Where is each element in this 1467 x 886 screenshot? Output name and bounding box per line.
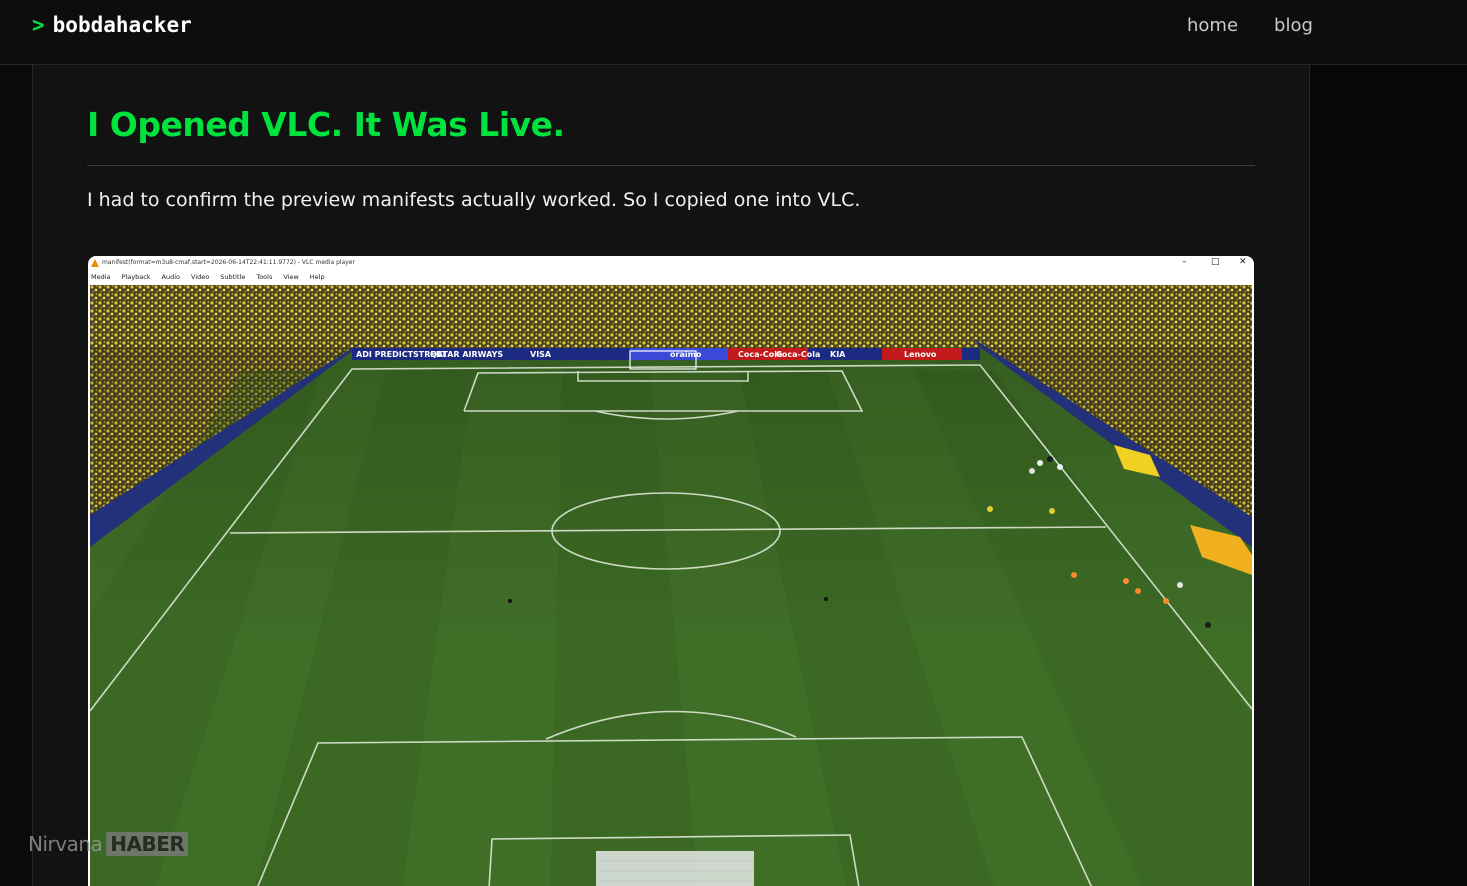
title-divider xyxy=(87,165,1255,166)
vlc-menu-subtitle: Subtitle xyxy=(220,273,246,281)
watermark-nirvana: Nirvana xyxy=(28,832,103,856)
article-container: I Opened VLC. It Was Live. I had to conf… xyxy=(32,65,1310,886)
vlc-titlebar: manifest(format=m3u8-cmaf,start=2026-06-… xyxy=(88,256,1254,270)
vlc-menu-video: Video xyxy=(191,273,210,281)
ad-board-cocacola-2: Coca-Cola xyxy=(776,350,820,359)
vlc-screenshot: manifest(format=m3u8-cmaf,start=2026-06-… xyxy=(88,256,1254,886)
right-gutter xyxy=(1310,65,1467,886)
vlc-menu-media: Media xyxy=(91,273,111,281)
vlc-menubar: Media Playback Audio Video Subtitle Tool… xyxy=(88,270,1254,284)
site-header: > bobdahacker home blog xyxy=(0,0,1467,65)
vlc-menu-help: Help xyxy=(309,273,325,281)
broadcaster-watermark: Nirvana HABER xyxy=(28,832,189,856)
ad-board-kia: KIA xyxy=(830,350,846,359)
close-icon: ✕ xyxy=(1239,257,1247,267)
nav-link-blog[interactable]: blog xyxy=(1274,15,1313,36)
site-name: bobdahacker xyxy=(52,13,192,37)
ad-board-lenovo: Lenovo xyxy=(904,350,937,359)
maximize-icon: □ xyxy=(1211,257,1220,267)
vlc-window-title: manifest(format=m3u8-cmaf,start=2026-06-… xyxy=(102,259,355,266)
site-logo[interactable]: > bobdahacker xyxy=(32,13,192,37)
vlc-menu-audio: Audio xyxy=(161,273,181,281)
vlc-menu-view: View xyxy=(283,273,299,281)
ad-board-visa: VISA xyxy=(530,350,552,359)
nav-link-home[interactable]: home xyxy=(1187,15,1238,36)
ad-board-qatar: QATAR AIRWAYS xyxy=(430,350,503,359)
post-title: I Opened VLC. It Was Live. xyxy=(87,105,565,144)
vlc-menu-playback: Playback xyxy=(121,273,151,281)
minimize-icon: – xyxy=(1182,257,1187,267)
post-intro: I had to confirm the preview manifests a… xyxy=(87,189,861,211)
watermark-haber: HABER xyxy=(106,832,189,856)
video-frame: ADI PREDICTSTREET QATAR AIRWAYS VISA ora… xyxy=(90,285,1252,886)
vlc-menu-tools: Tools xyxy=(256,273,273,281)
vlc-cone-icon xyxy=(91,259,99,267)
prompt-glyph: > xyxy=(32,13,45,37)
main-nav: home blog xyxy=(1187,15,1313,36)
